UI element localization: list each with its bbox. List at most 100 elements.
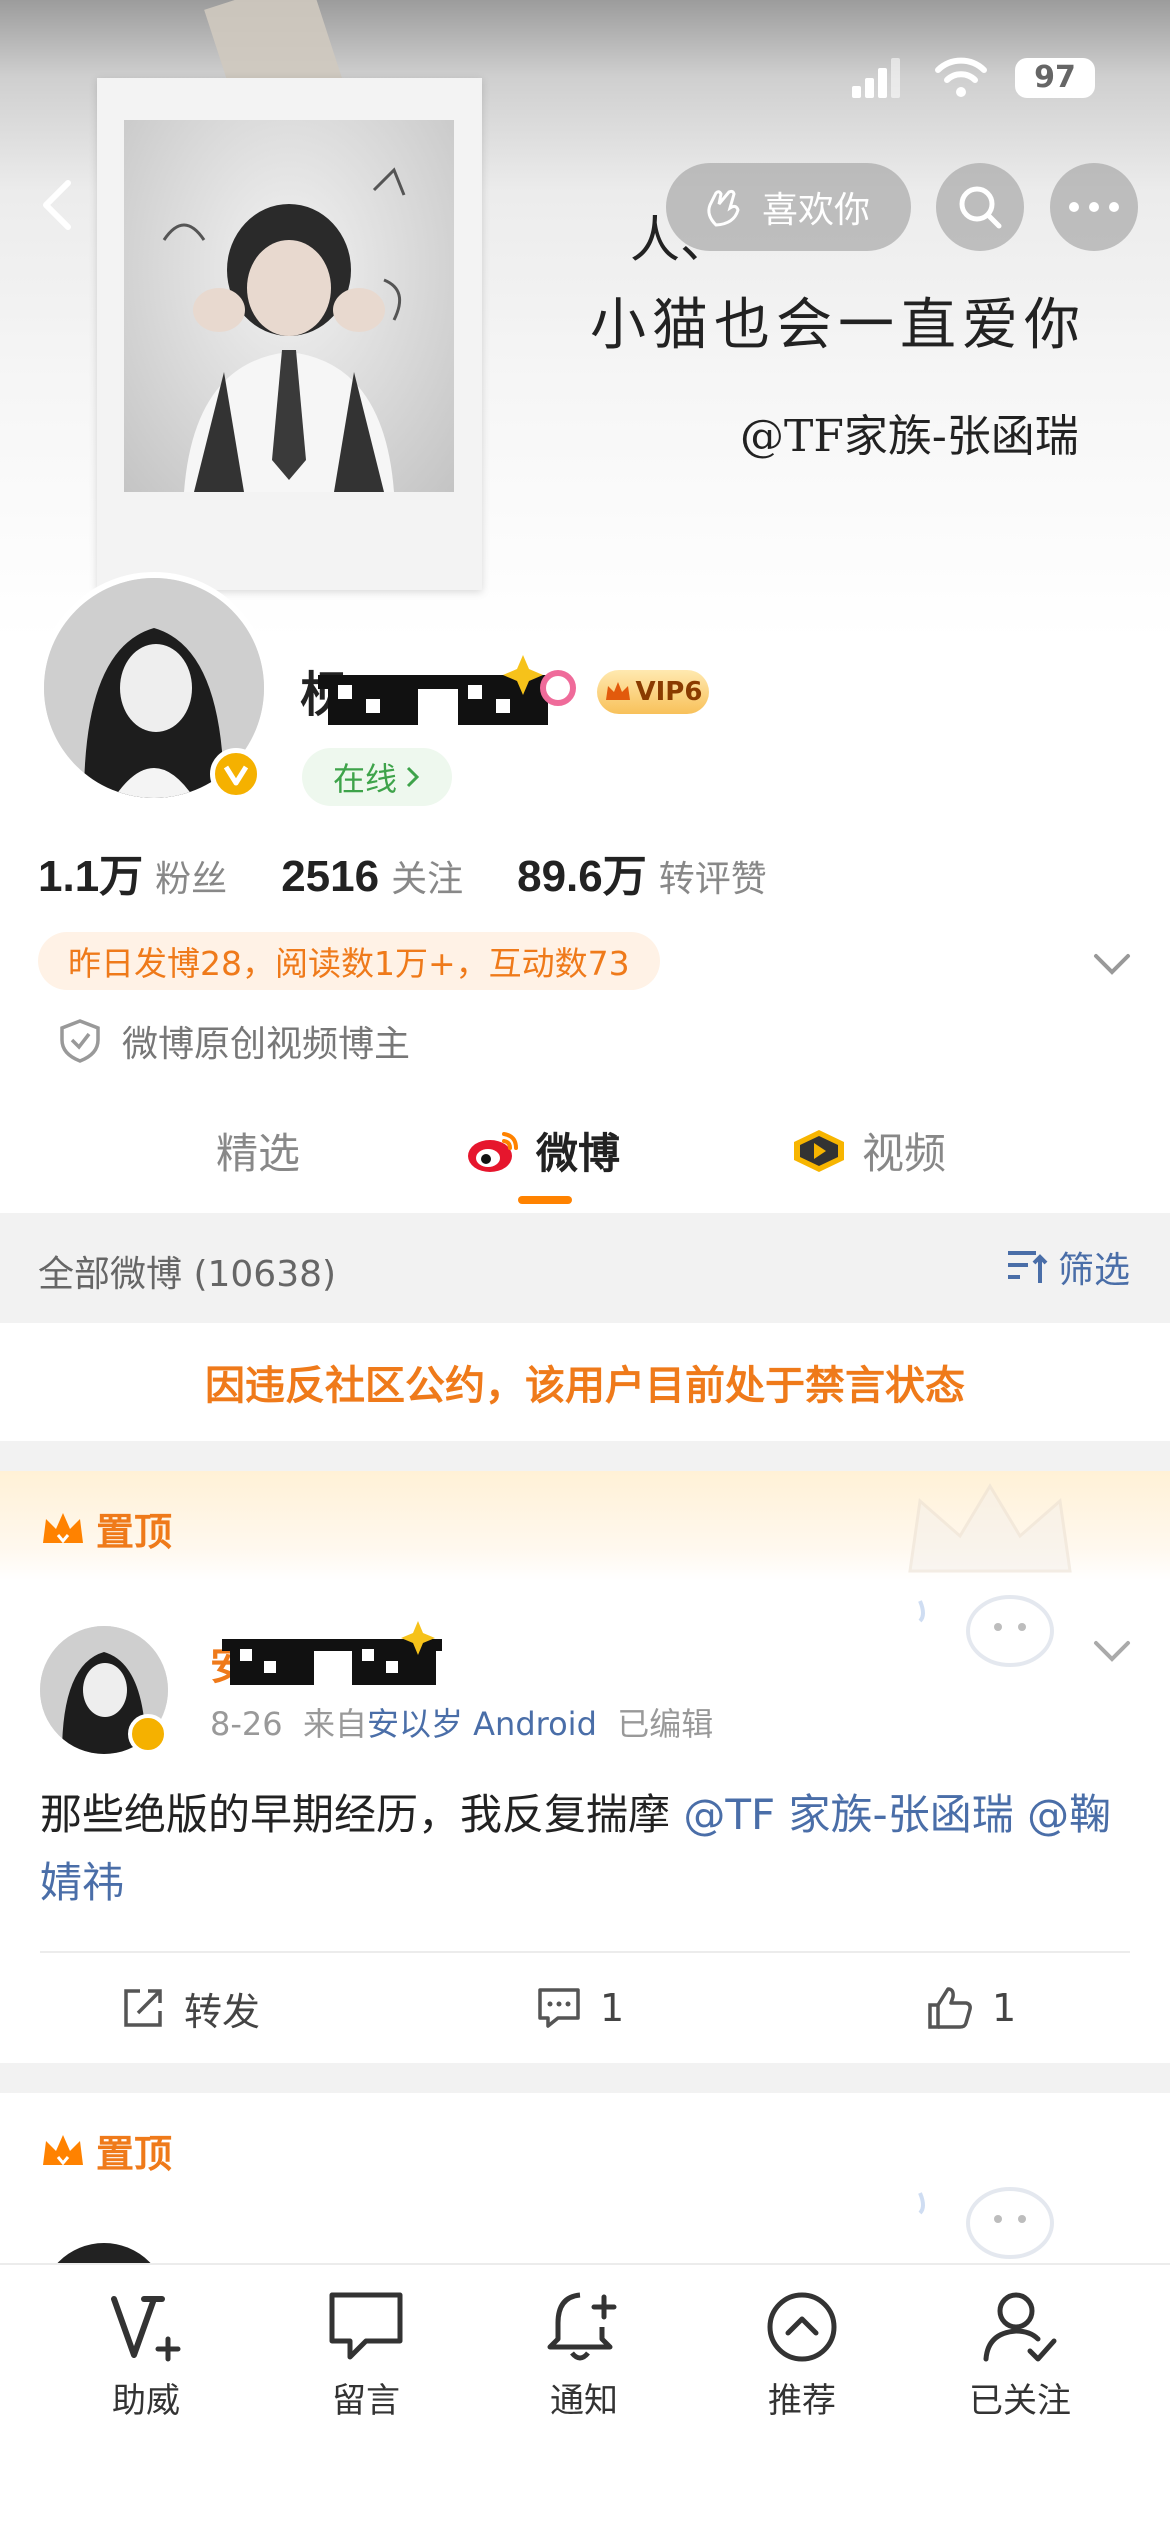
following-button[interactable]: 已关注 [940, 2287, 1100, 2422]
comment-button[interactable]: 1 [536, 1953, 624, 2063]
bottom-action-bar: 助威 留言 通知 推荐 已关注 [0, 2263, 1170, 2532]
vip-label: VIP6 [635, 677, 703, 707]
censor-sunglasses-icon [222, 1621, 442, 1685]
weibo-logo-icon [468, 1131, 518, 1172]
vip-badge[interactable]: VIP6 [597, 670, 709, 714]
post-text-body: 那些绝版的早期经历，我反复揣摩 [40, 1790, 671, 1839]
post-card[interactable]: 置顶 安 8-26 来自安以岁 Android 已编辑 那些绝版的早期经历，我反… [0, 1471, 1170, 2063]
post-source[interactable]: 安以岁 Android [367, 1705, 597, 1743]
crown-icon [43, 1512, 83, 1543]
video-badge-icon [794, 1129, 844, 1172]
verified-badge-icon [128, 1714, 168, 1754]
chevron-up-circle-icon [767, 2292, 837, 2362]
chevron-right-icon [406, 766, 420, 788]
tab-featured[interactable]: 精选 [216, 1120, 300, 1181]
filter-label: 筛选 [1057, 1250, 1130, 1291]
more-button[interactable] [1050, 163, 1138, 251]
stat-value: 89.6万 [517, 852, 647, 901]
stat-interactions[interactable]: 89.6万 转评赞 [517, 840, 767, 904]
message-icon [329, 2292, 403, 2360]
filter-bar: 全部微博 (10638) 筛选 [0, 1213, 1170, 1323]
pinned-label: 置顶 [40, 1501, 172, 1556]
crown-icon [43, 2134, 83, 2165]
share-icon [124, 1989, 162, 2027]
bottom-bar-label: 已关注 [969, 2381, 1071, 2421]
notify-button[interactable]: 通知 [504, 2287, 664, 2422]
active-tab-indicator [518, 1196, 572, 1204]
online-status[interactable]: 在线 [302, 748, 452, 806]
polaroid-frame [97, 78, 482, 590]
crown-icon [605, 682, 630, 700]
post-meta: 8-26 来自安以岁 Android 已编辑 [210, 1699, 713, 1745]
comment-count: 1 [600, 1986, 625, 2030]
pinned-text: 置顶 [96, 1510, 173, 1554]
ban-notice: 因违反社区公约，该用户目前处于禁言状态 [0, 1323, 1170, 1441]
cheer-button[interactable]: 助威 [66, 2287, 226, 2422]
gesture-heart-icon [707, 189, 740, 227]
daily-summary[interactable]: 昨日发博28，阅读数1万+，互动数73 [38, 932, 660, 990]
stat-value: 2516 [281, 852, 380, 901]
message-button[interactable]: 留言 [286, 2287, 446, 2422]
bottom-bar-label: 留言 [332, 2381, 400, 2421]
post-text[interactable]: 那些绝版的早期经历，我反复揣摩 @TF 家族-张函瑞 @鞠婧祎 [40, 1781, 1130, 1917]
repost-button[interactable]: 转发 [120, 1953, 260, 2063]
bottom-bar-label: 助威 [112, 2381, 180, 2421]
filter-icon [1007, 1251, 1048, 1283]
profile-stats: 1.1万 粉丝 2516 关注 89.6万 转评赞 [38, 840, 821, 904]
tab-label: 微博 [536, 1129, 621, 1178]
filter-button[interactable]: 筛选 [1006, 1241, 1130, 1293]
mascot-decoration-icon [918, 2187, 1054, 2259]
pink-badge-icon [540, 670, 576, 706]
censor-sunglasses-icon [318, 655, 558, 725]
stat-label: 粉丝 [155, 859, 228, 900]
post-source-prefix: 来自 [302, 1705, 367, 1743]
pinned-text: 置顶 [96, 2132, 173, 2176]
chevron-down-icon[interactable] [1090, 942, 1134, 986]
search-icon [959, 186, 1002, 229]
post-author-avatar[interactable] [40, 2243, 168, 2263]
like-count: 1 [992, 1986, 1017, 2030]
search-button[interactable] [936, 163, 1024, 251]
note-line-3: @TF家族-张函瑞 [740, 411, 1079, 462]
wifi-icon [935, 57, 987, 97]
profile-tabs: 精选 微博 视频 [0, 1100, 1170, 1210]
pinned-label: 置顶 [40, 2123, 172, 2178]
bottom-bar-label: 推荐 [768, 2381, 836, 2421]
verified-badge-icon [210, 748, 262, 800]
tab-weibo[interactable]: 微博 [466, 1120, 620, 1181]
like-you-label: 喜欢你 [762, 190, 871, 231]
comment-icon [538, 1988, 580, 2028]
bell-plus-icon [547, 2292, 617, 2361]
section-divider [0, 1441, 1170, 1471]
post-actions: 转发 1 1 [0, 1953, 1170, 2063]
back-button[interactable] [30, 175, 90, 235]
online-label: 在线 [332, 760, 397, 798]
chevron-left-icon [43, 180, 71, 230]
recommend-button[interactable]: 推荐 [722, 2287, 882, 2422]
more-dots-icon [1069, 202, 1119, 212]
section-divider [0, 2063, 1170, 2093]
user-check-icon [983, 2292, 1057, 2362]
stat-label: 转评赞 [658, 859, 767, 900]
tab-label: 精选 [216, 1129, 301, 1178]
tab-label: 视频 [862, 1129, 947, 1178]
signal-icon [852, 58, 900, 98]
repost-label: 转发 [184, 1989, 261, 2034]
creator-label: 微博原创视频博主 [122, 1024, 411, 1065]
status-bar: 97 [0, 0, 1170, 150]
chevron-down-icon[interactable] [1092, 1631, 1132, 1671]
tab-video[interactable]: 视频 [790, 1120, 946, 1181]
stat-followers[interactable]: 1.1万 粉丝 [38, 840, 227, 904]
all-posts-count: 全部微博 (10638) [38, 1254, 337, 1295]
creator-tag[interactable]: 微博原创视频博主 [58, 1015, 410, 1067]
stat-following[interactable]: 2516 关注 [281, 850, 463, 902]
mention-link[interactable]: @TF 家族-张函瑞 [683, 1790, 1013, 1839]
cover-photo [124, 120, 454, 492]
like-button[interactable]: 1 [926, 1953, 1016, 2063]
like-you-button[interactable]: 喜欢你 [666, 163, 911, 251]
v-plus-icon [111, 2296, 181, 2362]
battery-indicator: 97 [1015, 58, 1095, 98]
post-card[interactable]: 置顶 [0, 2093, 1170, 2263]
post-date: 8-26 [210, 1705, 283, 1743]
crown-decoration-icon [908, 1483, 1072, 1667]
